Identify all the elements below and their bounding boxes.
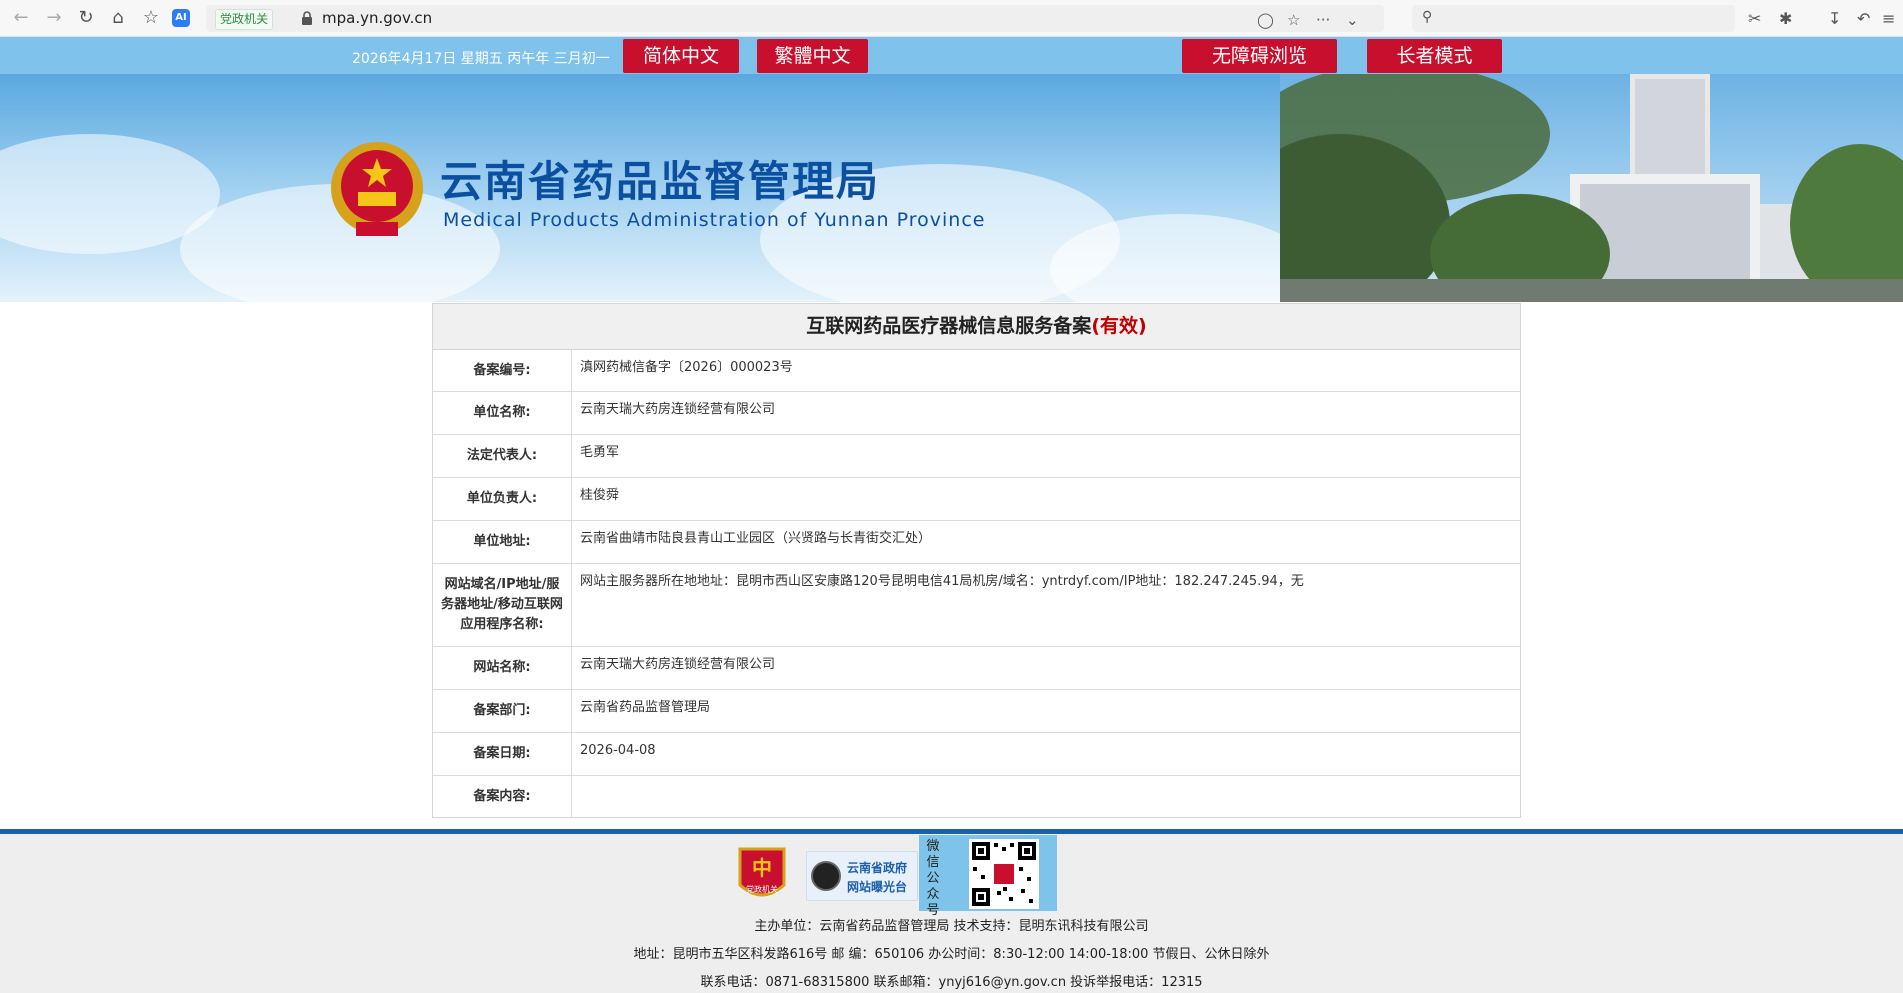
row-value [572,776,1520,817]
camera-lens-icon [811,861,841,891]
simplified-chinese-button[interactable]: 简体中文 [623,39,739,73]
table-row: 网站域名/IP地址/服务器地址/移动互联网应用程序名称: 网站主服务器所在地地址… [433,564,1520,647]
row-label: 网站名称: [433,647,572,689]
row-value: 网站主服务器所在地地址：昆明市西山区安康路120号昆明电信41局机房/域名：yn… [580,574,1304,589]
svg-text:中: 中 [752,856,772,880]
row-label: 备案部门: [433,690,572,732]
more-options-icon[interactable]: ··· [1316,11,1330,29]
menu-icon[interactable]: ≡ [1882,9,1895,28]
search-icon: ⚲ [1422,9,1433,25]
exposure-line-1: 云南省政府 [847,861,908,875]
undo-icon[interactable]: ↶ [1857,9,1870,28]
row-value: 云南天瑞大药房连锁经营有限公司 [580,402,776,417]
row-value: 毛勇军 [580,445,620,460]
row-label: 法定代表人: [433,435,572,477]
extensions-icon[interactable]: ✱ [1779,9,1792,28]
record-table: 互联网药品医疗器械信息服务备案(有效) 备案编号: 滇网药械信备字〔2026〕0… [432,303,1521,818]
table-row: 单位负责人: 桂俊舜 [433,478,1520,521]
record-title: 互联网药品医疗器械信息服务备案 [806,315,1092,337]
party-government-badge-icon[interactable]: 中 党政机关 [736,845,788,905]
footer-contact: 联系电话：0871-68315800 联系邮箱：ynyj616@yn.gov.c… [700,975,1203,990]
footer-address: 地址：昆明市五华区科发路616号 邮 编：650106 办公时间：8:30-12… [633,947,1270,962]
gov-site-badge: 党政机关 [215,9,274,30]
lock-icon [302,11,312,25]
elderly-mode-button[interactable]: 长者模式 [1367,39,1502,73]
row-label: 网站域名/IP地址/服务器地址/移动互联网应用程序名称: [433,564,572,646]
ai-assistant-icon[interactable]: AI [172,9,190,27]
row-value: 桂俊舜 [580,488,620,503]
browser-toolbar: ← → ↻ ⌂ ☆ AI 党政机关 mpa.yn.gov.cn ◯ ☆ ··· … [0,0,1903,37]
current-date: 2026年4月17日 星期五 丙午年 三月初一 [352,51,610,67]
traditional-chinese-button[interactable]: 繁體中文 [757,39,868,73]
row-label: 备案内容: [433,776,572,817]
row-label: 单位负责人: [433,478,572,520]
national-emblem-icon [331,142,423,236]
table-row: 备案编号: 滇网药械信备字〔2026〕000023号 [433,350,1520,392]
row-label: 备案日期: [433,733,572,775]
row-value: 云南省药品监督管理局 [580,700,711,715]
row-value: 2026-04-08 [580,743,656,758]
table-row: 单位名称: 云南天瑞大药房连锁经营有限公司 [433,392,1520,435]
wechat-account-block: 微信公众号 [919,835,1057,918]
table-row: 单位地址: 云南省曲靖市陆良县青山工业园区（兴贤路与长青街交汇处） [433,521,1520,564]
scissors-icon[interactable]: ✂ [1748,9,1761,28]
record-heading: 互联网药品医疗器械信息服务备案(有效) [433,304,1520,350]
url-text[interactable]: mpa.yn.gov.cn [322,9,432,28]
footer-sponsor: 主办单位：云南省药品监督管理局 技术支持：昆明东讯科技有限公司 [754,919,1149,934]
header-banner [0,74,1903,302]
row-label: 单位名称: [433,392,572,434]
exposure-platform-link[interactable]: 云南省政府 网站曝光台 [806,851,918,901]
bookmark-star-icon[interactable]: ☆ [1287,11,1300,29]
table-row: 备案内容: [433,776,1520,817]
row-value: 滇网药械信备字〔2026〕000023号 [580,360,793,375]
table-row: 备案部门: 云南省药品监督管理局 [433,690,1520,733]
site-subtitle: Medical Products Administration of Yunna… [443,209,986,231]
reload-icon[interactable]: ↻ [74,6,98,30]
badge-text: 党政机关 [746,884,778,894]
row-label: 备案编号: [433,350,572,391]
site-title: 云南省药品监督管理局 [440,157,881,206]
status-badge: (有效) [1091,315,1147,337]
table-row: 法定代表人: 毛勇军 [433,435,1520,478]
qr-code-icon [969,839,1039,909]
top-strip [0,37,1903,74]
back-icon[interactable]: ← [9,6,33,30]
table-row: 网站名称: 云南天瑞大药房连锁经营有限公司 [433,647,1520,690]
wechat-label: 微信公众号 [926,839,940,918]
table-row: 备案日期: 2026-04-08 [433,733,1520,776]
home-icon[interactable]: ⌂ [106,6,130,30]
office-building-image [1280,74,1903,302]
address-bar[interactable]: 党政机关 mpa.yn.gov.cn ◯ ☆ ··· ⌄ [206,5,1384,32]
chevron-down-icon[interactable]: ⌄ [1346,11,1359,29]
forward-icon[interactable]: → [42,6,66,30]
row-value: 云南省曲靖市陆良县青山工业园区（兴贤路与长青街交汇处） [580,531,932,546]
row-value: 云南天瑞大药房连锁经营有限公司 [580,657,776,672]
translate-icon[interactable]: ◯ [1257,11,1274,29]
row-label: 单位地址: [433,521,572,563]
exposure-line-2: 网站曝光台 [847,880,908,894]
accessible-browsing-button[interactable]: 无障碍浏览 [1182,39,1337,73]
browser-search-input[interactable]: ⚲ [1412,5,1735,32]
favorites-icon[interactable]: ☆ [139,6,163,30]
download-icon[interactable]: ↧ [1828,9,1841,28]
